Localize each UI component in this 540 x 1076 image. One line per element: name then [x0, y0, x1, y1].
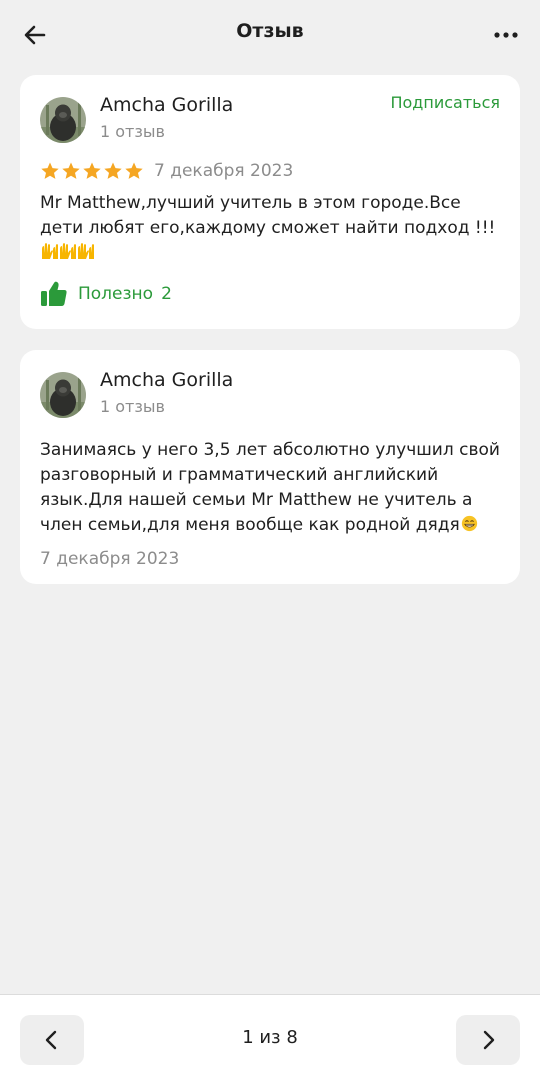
page-title: Отзыв	[236, 20, 304, 42]
review-text: Mr Matthew,лучший учитель в этом городе.…	[40, 191, 500, 269]
avatar[interactable]	[40, 372, 86, 418]
avatar-image	[40, 372, 86, 418]
next-review-button[interactable]	[456, 1015, 520, 1065]
thumbs-up-icon	[41, 281, 67, 306]
author-review-count: 1 отзыв	[100, 397, 165, 416]
raised-hands-emoji-icon	[40, 241, 96, 269]
rating-row: 7 декабря 2023	[40, 161, 293, 181]
more-options-button[interactable]	[494, 26, 518, 44]
pagination-bar: 1 из 8	[0, 994, 540, 1076]
helpful-label: Полезно	[78, 284, 154, 304]
star-icon	[41, 162, 59, 179]
chevron-right-icon	[483, 1030, 495, 1050]
avatar[interactable]	[40, 97, 86, 143]
author-name[interactable]: Amcha Gorilla	[100, 94, 233, 116]
star-icon	[62, 162, 80, 179]
star-rating	[40, 161, 144, 181]
review-date: 7 декабря 2023	[40, 549, 180, 569]
star-icon	[125, 162, 143, 179]
star-icon	[83, 162, 101, 179]
subscribe-button[interactable]: Подписаться	[390, 93, 500, 112]
grinning-face-emoji-icon	[461, 515, 477, 532]
author-name[interactable]: Amcha Gorilla	[100, 369, 233, 391]
review-text: Занимаясь у него 3,5 лет абсолютно улучш…	[40, 438, 500, 538]
review-body: Mr Matthew,лучший учитель в этом городе.…	[40, 193, 496, 238]
review-card: Amcha Gorilla 1 отзыв Занимаясь у него 3…	[20, 350, 520, 584]
review-body: Занимаясь у него 3,5 лет абсолютно улучш…	[40, 440, 500, 535]
helpful-button[interactable]: Полезно 2	[40, 279, 172, 309]
more-horizontal-icon	[494, 32, 518, 38]
helpful-count: 2	[161, 284, 172, 304]
review-card: Amcha Gorilla 1 отзыв Подписаться 7 дека…	[20, 75, 520, 329]
star-icon	[104, 162, 122, 179]
author-review-count: 1 отзыв	[100, 122, 165, 141]
avatar-image	[40, 97, 86, 143]
top-app-bar: Отзыв	[0, 0, 540, 68]
review-date: 7 декабря 2023	[154, 161, 294, 181]
